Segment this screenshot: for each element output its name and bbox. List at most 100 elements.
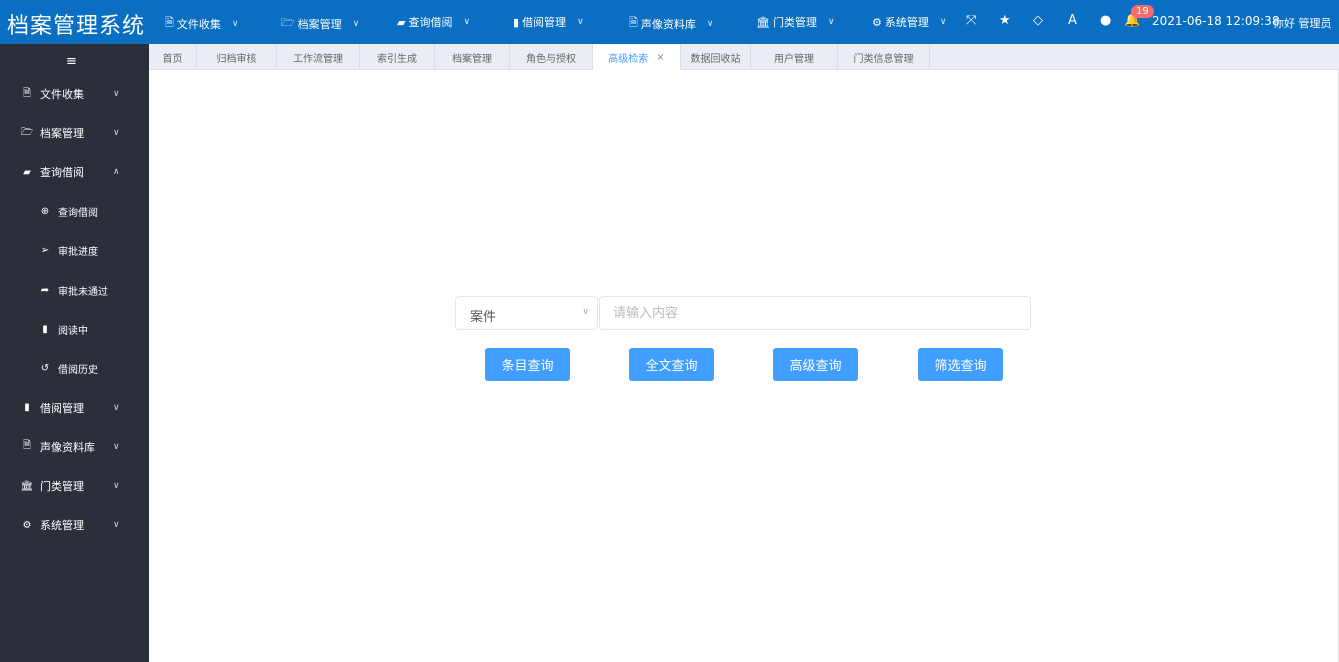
search-input[interactable]: [599, 296, 1031, 330]
sidebar-item[interactable]: ↺ 借阅历史: [0, 353, 149, 383]
folder-open-icon: 🗁: [20, 126, 34, 138]
diamond-icon[interactable]: ◇: [1033, 13, 1043, 28]
tab-label: 归档审核: [216, 53, 257, 65]
cogs-icon: ⚙: [22, 519, 32, 531]
tab-label: 工作流管理: [293, 53, 343, 65]
sidebar-item[interactable]: ⚙ 系统管理 ∨: [0, 510, 149, 540]
nav-menu-0[interactable]: 🗎 文件收集 ∨: [165, 14, 238, 33]
bookmark-icon: ▮: [513, 15, 520, 29]
user-icon[interactable]: ●: [1100, 13, 1111, 28]
share-icon: ➦: [40, 284, 50, 296]
sidebar-item-label: 审批未通过: [58, 286, 108, 298]
entry-search-button[interactable]: 条目查询: [485, 348, 570, 381]
sidebar-item[interactable]: ➦ 审批未通过: [0, 275, 149, 305]
sidebar-item[interactable]: 🗁 档案管理 ∨: [0, 118, 149, 148]
tab-label: 角色与授权: [526, 53, 576, 65]
file-pdf-icon: 🗎: [165, 16, 174, 29]
notification-badge: 19: [1131, 5, 1154, 18]
top-header: 档案管理系统 🗎 文件收集 ∨ 🗁 档案管理 ∨ ▰ 查询借阅 ∨ ▮ 借阅管理 ∨ 🗎 声像资料库 ∨ 🏛 门…: [0, 0, 1339, 44]
sidebar-item-label: 阅读中: [58, 325, 88, 337]
chevron-icon: ∨: [113, 89, 120, 99]
bookmark-icon: ▮: [24, 402, 30, 414]
search-plus-icon: ⊕: [40, 206, 50, 218]
chevron-down-icon: ∨: [577, 17, 584, 27]
nav-label: 系统管理: [884, 16, 929, 29]
chevron-icon: ∨: [113, 520, 120, 531]
nav-menu-3[interactable]: ▮ 借阅管理 ∨: [513, 14, 584, 30]
tab-label: 用户管理: [774, 53, 814, 65]
tab[interactable]: 数据回收站: [681, 44, 751, 70]
chevron-down-icon: ∨: [706, 18, 714, 29]
sidebar-item-label: 系统管理: [40, 519, 84, 533]
sidebar-item-label: 文件收集: [40, 88, 84, 101]
sidebar-item[interactable]: ⊕ 查询借阅: [0, 197, 149, 227]
sidebar-item-label: 审批进度: [58, 247, 98, 259]
filter-search-button[interactable]: 筛选查询: [918, 348, 1003, 381]
nav-menu-6[interactable]: ⚙ 系统管理 ∨: [872, 14, 946, 30]
user-greeting[interactable]: 你好 管理员: [1273, 15, 1332, 31]
close-icon[interactable]: ×: [656, 52, 664, 63]
sidebar-item-label: 门类管理: [40, 480, 84, 493]
sidebar-item-label: 借阅历史: [58, 364, 98, 376]
book-icon: ▰: [23, 166, 31, 178]
advanced-search-button[interactable]: 高级查询: [773, 348, 858, 381]
sidebar-item[interactable]: ▮ 阅读中: [0, 314, 149, 344]
sidebar-item[interactable]: ▰ 查询借阅 ∧: [0, 157, 149, 187]
chevron-icon: ∧: [113, 167, 120, 178]
nav-menu-1[interactable]: 🗁 档案管理 ∨: [281, 14, 359, 33]
tab-bar: 首页 归档审核 工作流管理 索引生成 档案管理 角色与授权 高级检索 × 数据回收站 用户管理 门类…: [149, 44, 1339, 70]
sidebar-item[interactable]: 🏛 门类管理 ∨: [0, 471, 149, 501]
app-title: 档案管理系统: [7, 14, 146, 39]
sidebar-item[interactable]: 🗎 文件收集 ∨: [0, 79, 149, 109]
book-icon: ▰: [397, 15, 406, 29]
sidebar-item-label: 借阅管理: [40, 401, 84, 415]
sidebar-item[interactable]: 🗎 声像资料库 ∨: [0, 432, 149, 462]
tab[interactable]: 归档审核: [197, 44, 277, 70]
nav-label: 查询借阅: [408, 16, 453, 29]
sidebar-item[interactable]: ▮ 借阅管理 ∨: [0, 393, 149, 423]
chevron-down-icon: ∨: [352, 18, 360, 29]
tab[interactable]: 档案管理: [435, 44, 510, 70]
tab[interactable]: 工作流管理: [277, 44, 360, 70]
chevron-down-icon: ∨: [827, 17, 835, 27]
tab[interactable]: 用户管理: [751, 44, 838, 70]
tab[interactable]: 高级检索 ×: [593, 44, 681, 70]
fulltext-search-button[interactable]: 全文查询: [629, 348, 714, 381]
chevron-down-icon: ∨: [582, 307, 589, 317]
search-type-select[interactable]: 案件 ∨: [455, 296, 598, 330]
tab[interactable]: 首页: [149, 44, 197, 70]
nav-label: 借阅管理: [522, 16, 567, 29]
main-content: [149, 70, 1339, 662]
tab-label: 门类信息管理: [853, 53, 914, 65]
sidebar-item-label: 查询借阅: [58, 208, 98, 220]
sidebar-item[interactable]: ➢ 审批进度: [0, 236, 149, 266]
tab-label: 高级检索: [608, 53, 649, 65]
bank-icon: 🏛: [20, 480, 34, 492]
file-pdf-icon: 🗎: [22, 87, 32, 99]
nav-menu-4[interactable]: 🗎 声像资料库 ∨: [629, 14, 713, 33]
nav-label: 档案管理: [297, 17, 342, 31]
menu-toggle-icon[interactable]: ≡: [66, 54, 77, 69]
nav-menu-2[interactable]: ▰ 查询借阅 ∨: [397, 14, 470, 30]
chevron-icon: ∨: [113, 441, 120, 452]
cogs-icon: ⚙: [872, 15, 882, 29]
tab[interactable]: 角色与授权: [510, 44, 593, 70]
chevron-icon: ∨: [113, 402, 120, 413]
tab-label: 数据回收站: [690, 53, 741, 65]
sidebar-item-label: 声像资料库: [40, 440, 95, 454]
file-video-icon: 🗎: [629, 16, 638, 29]
fullscreen-icon[interactable]: ⤧: [966, 13, 976, 28]
nav-menu-5[interactable]: 🏛 门类管理 ∨: [756, 14, 835, 30]
font-icon[interactable]: A: [1068, 13, 1077, 28]
tab[interactable]: 索引生成: [360, 44, 435, 70]
chevron-down-icon: ∨: [463, 17, 471, 27]
chevron-down-icon: ∨: [939, 17, 947, 27]
tab[interactable]: 门类信息管理: [838, 44, 930, 70]
file-video-icon: 🗎: [22, 440, 32, 452]
sidebar-item-label: 查询借阅: [40, 166, 84, 180]
chevron-icon: ∨: [113, 481, 120, 491]
sidebar-item-label: 档案管理: [40, 127, 84, 141]
tab-label: 档案管理: [452, 53, 492, 65]
star-icon[interactable]: ★: [999, 13, 1011, 28]
paper-plane-icon: ➢: [40, 245, 50, 257]
